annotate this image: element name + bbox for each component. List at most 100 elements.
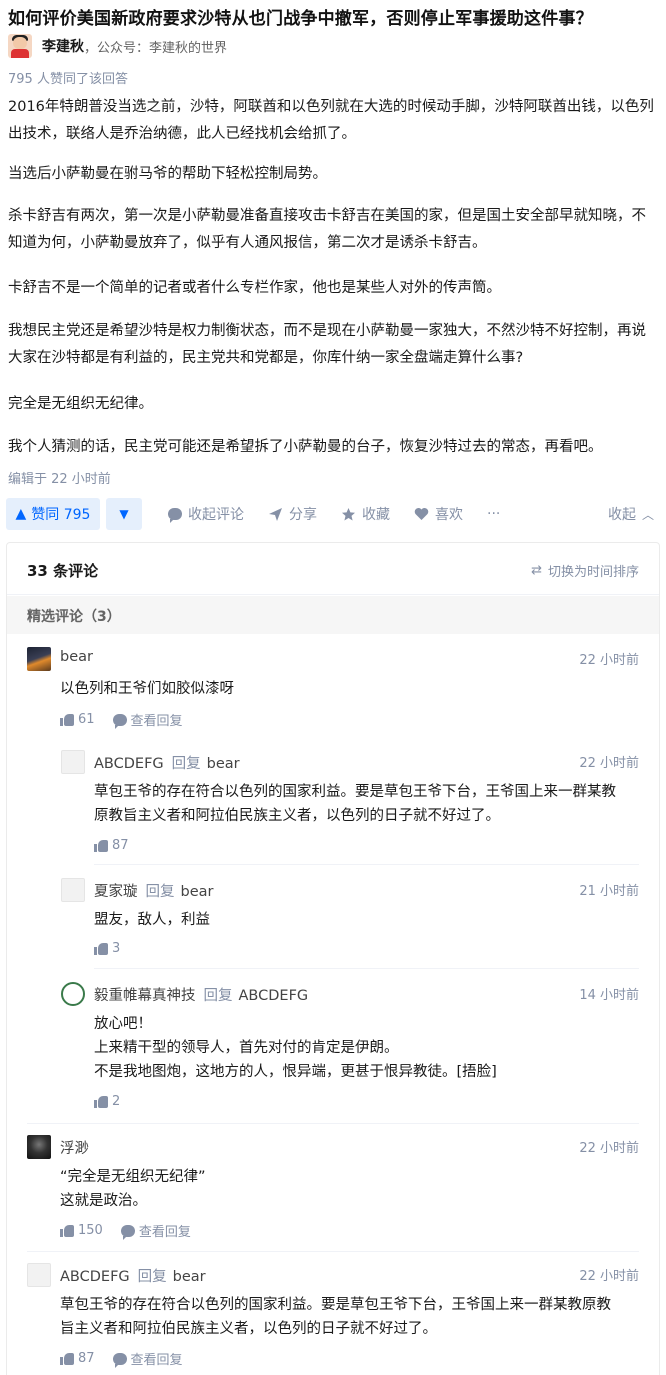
collapse-comments-button[interactable]: 收起评论 (168, 498, 244, 530)
comment-icon (120, 1224, 135, 1240)
comment-time: 14 小时前 (579, 988, 639, 1003)
divider (27, 1123, 639, 1124)
avatar[interactable] (61, 982, 85, 1006)
comment-time: 22 小时前 (579, 653, 639, 668)
collapse-button[interactable]: 收起 ︿ (608, 498, 654, 530)
comment-item: 浮渺 22 小时前 “完全是无组织无纪律” 这就是政治。 150 查看回复 (27, 1135, 639, 1245)
question-title[interactable]: 如何评价美国新政府要求沙特从也门战争中撤军，否则停止军事援助这件事？ (8, 4, 593, 29)
thumbs-up-icon (60, 713, 74, 726)
answer-paragraph: 卡舒吉不是一个简单的记者或者什么专栏作家，他也是某些人对外的传声筒。 (8, 280, 501, 296)
vote-up-button[interactable]: ▲ 赞同 795 (6, 498, 100, 530)
reply-word: 回复 (137, 1269, 167, 1285)
comment-icon (168, 508, 182, 523)
paper-plane-icon (269, 507, 282, 521)
comment-text: 草包王爷的存在符合以色列的国家利益。要是草包王爷下台，王爷国上来一群某教原教 旨… (60, 1297, 611, 1337)
heart-icon (414, 508, 429, 520)
avatar[interactable] (61, 750, 85, 774)
author-avatar[interactable] (8, 34, 32, 58)
comment-author[interactable]: 浮渺 (60, 1141, 89, 1157)
answer-action-bar: ▲ 赞同 795 ▼ 收起评论 分享 收藏 喜欢 ··· 收起 ︿ (0, 498, 666, 530)
avatar[interactable] (61, 878, 85, 902)
like-button[interactable]: 喜欢 (414, 498, 463, 530)
vote-down-button[interactable]: ▼ (106, 498, 142, 530)
comments-count: 33 条评论 (27, 562, 99, 580)
sort-label: 切换为时间排序 (547, 565, 639, 580)
answer-paragraph: 杀卡舒吉有两次，第一次是小萨勒曼准备直接攻击卡舒吉在美国的家，但是国土安全部早就… (8, 208, 646, 251)
like-count: 61 (78, 712, 95, 727)
comment-time: 22 小时前 (579, 1269, 639, 1284)
featured-comments-header: 精选评论（3） (7, 596, 659, 634)
triangle-up-icon: ▲ (15, 506, 27, 522)
triangle-down-icon: ▼ (119, 507, 129, 521)
comment-like-button[interactable]: 87 (94, 838, 129, 853)
comments-header: 33 条评论 ⇄ 切换为时间排序 (7, 543, 659, 595)
comment-author[interactable]: ABCDEFG (60, 1269, 130, 1285)
comment-text: 以色列和王爷们如胶似漆呀 (60, 681, 234, 697)
comment-like-button[interactable]: 2 (94, 1094, 120, 1109)
reply-to-user[interactable]: bear (181, 884, 214, 900)
answer-paragraph: 完全是无组织无纪律。 (8, 396, 153, 412)
sort-toggle-button[interactable]: ⇄ 切换为时间排序 (531, 561, 639, 580)
view-replies-button[interactable]: 查看回复 (120, 1221, 191, 1240)
comment-text: 草包王爷的存在符合以色列的国家利益。要是草包王爷下台，王爷国上来一群某教 原教旨… (94, 784, 616, 824)
answer-author: 李建秋 ，公众号：李建秋的世界 (8, 34, 227, 58)
view-replies-button[interactable]: 查看回复 (112, 1349, 183, 1368)
comment-like-button[interactable]: 150 (60, 1223, 103, 1238)
edited-time[interactable]: 编辑于 22 小时前 (8, 468, 111, 487)
share-button[interactable]: 分享 (268, 498, 317, 530)
comment-author[interactable]: ABCDEFG (94, 756, 164, 772)
comment-icon (112, 713, 127, 729)
thumbs-up-icon (60, 1352, 74, 1365)
like-label: 喜欢 (435, 507, 463, 523)
view-replies-label: 查看回复 (130, 714, 183, 729)
like-count: 150 (78, 1223, 103, 1238)
comment-author[interactable]: 毅重帷幕真神技 (94, 988, 196, 1004)
collapse-label: 收起 (608, 507, 636, 523)
comment-reply-item: 夏家璇 回复 bear 21 小时前 盟友，敌人，利益 3 (61, 878, 639, 958)
swap-icon: ⇄ (531, 563, 542, 578)
star-icon (342, 507, 355, 520)
vote-up-label: 赞同 795 (31, 507, 91, 523)
comment-reply-item: 毅重帷幕真神技 回复 ABCDEFG 14 小时前 放心吧！ 上来精干型的领导人，首… (61, 982, 639, 1112)
more-icon: ··· (487, 506, 501, 522)
comment-text: “完全是无组织无纪律” 这就是政治。 (60, 1169, 206, 1209)
like-count: 87 (112, 838, 129, 853)
avatar[interactable] (27, 1135, 51, 1159)
comment-like-button[interactable]: 87 (60, 1351, 95, 1366)
avatar[interactable] (27, 647, 51, 671)
thumbs-up-icon (94, 942, 108, 955)
reply-to-user[interactable]: ABCDEFG (239, 988, 309, 1004)
reply-to-user[interactable]: bear (173, 1269, 206, 1285)
comment-item: ABCDEFG 回复 bear 22 小时前 草包王爷的存在符合以色列的国家利益。要… (27, 1263, 639, 1373)
thumbs-up-icon (94, 1095, 108, 1108)
comment-time: 22 小时前 (579, 1141, 639, 1156)
comment-text: 盟友，敌人，利益 (94, 912, 210, 928)
reply-to-user[interactable]: bear (207, 756, 240, 772)
comments-panel: 33 条评论 ⇄ 切换为时间排序 精选评论（3） bear 22 小时前 以色列… (6, 542, 660, 1375)
avatar[interactable] (27, 1263, 51, 1287)
view-replies-button[interactable]: 查看回复 (112, 710, 183, 729)
chevron-up-icon: ︿ (642, 507, 655, 522)
divider (27, 1251, 639, 1252)
comment-icon (112, 1352, 127, 1368)
like-count: 2 (112, 1094, 121, 1109)
thumbs-up-icon (60, 1224, 74, 1237)
featured-label: 精选评论（3） (27, 609, 121, 625)
answer-paragraph: 我想民主党还是希望沙特是权力制衡状态，而不是现在小萨勒曼一家独大，不然沙特不好控… (8, 323, 646, 366)
answer-paragraph: 2016年特朗普没当选之前，沙特，阿联酋和以色列就在大选的时候动手脚，沙特阿联酋… (8, 99, 654, 142)
comment-time: 21 小时前 (579, 884, 639, 899)
author-name[interactable]: 李建秋 (42, 36, 84, 56)
favorite-button[interactable]: 收藏 (341, 498, 390, 530)
favorite-label: 收藏 (362, 507, 390, 523)
comment-author[interactable]: 夏家璇 (94, 884, 138, 900)
comment-like-button[interactable]: 61 (60, 712, 95, 727)
more-button[interactable]: ··· (487, 498, 500, 530)
thumbs-up-icon (94, 839, 108, 852)
view-replies-label: 查看回复 (138, 1225, 191, 1240)
view-replies-label: 查看回复 (130, 1353, 183, 1368)
voters-count[interactable]: 795 人赞同了该回答 (8, 68, 128, 87)
comment-text: 放心吧！ 上来精干型的领导人，首先对付的肯定是伊朗。 不是我地图炮，这地方的人，… (94, 1016, 497, 1080)
comment-like-button[interactable]: 3 (94, 941, 120, 956)
like-count: 87 (78, 1351, 95, 1366)
comment-author[interactable]: bear (60, 649, 93, 665)
